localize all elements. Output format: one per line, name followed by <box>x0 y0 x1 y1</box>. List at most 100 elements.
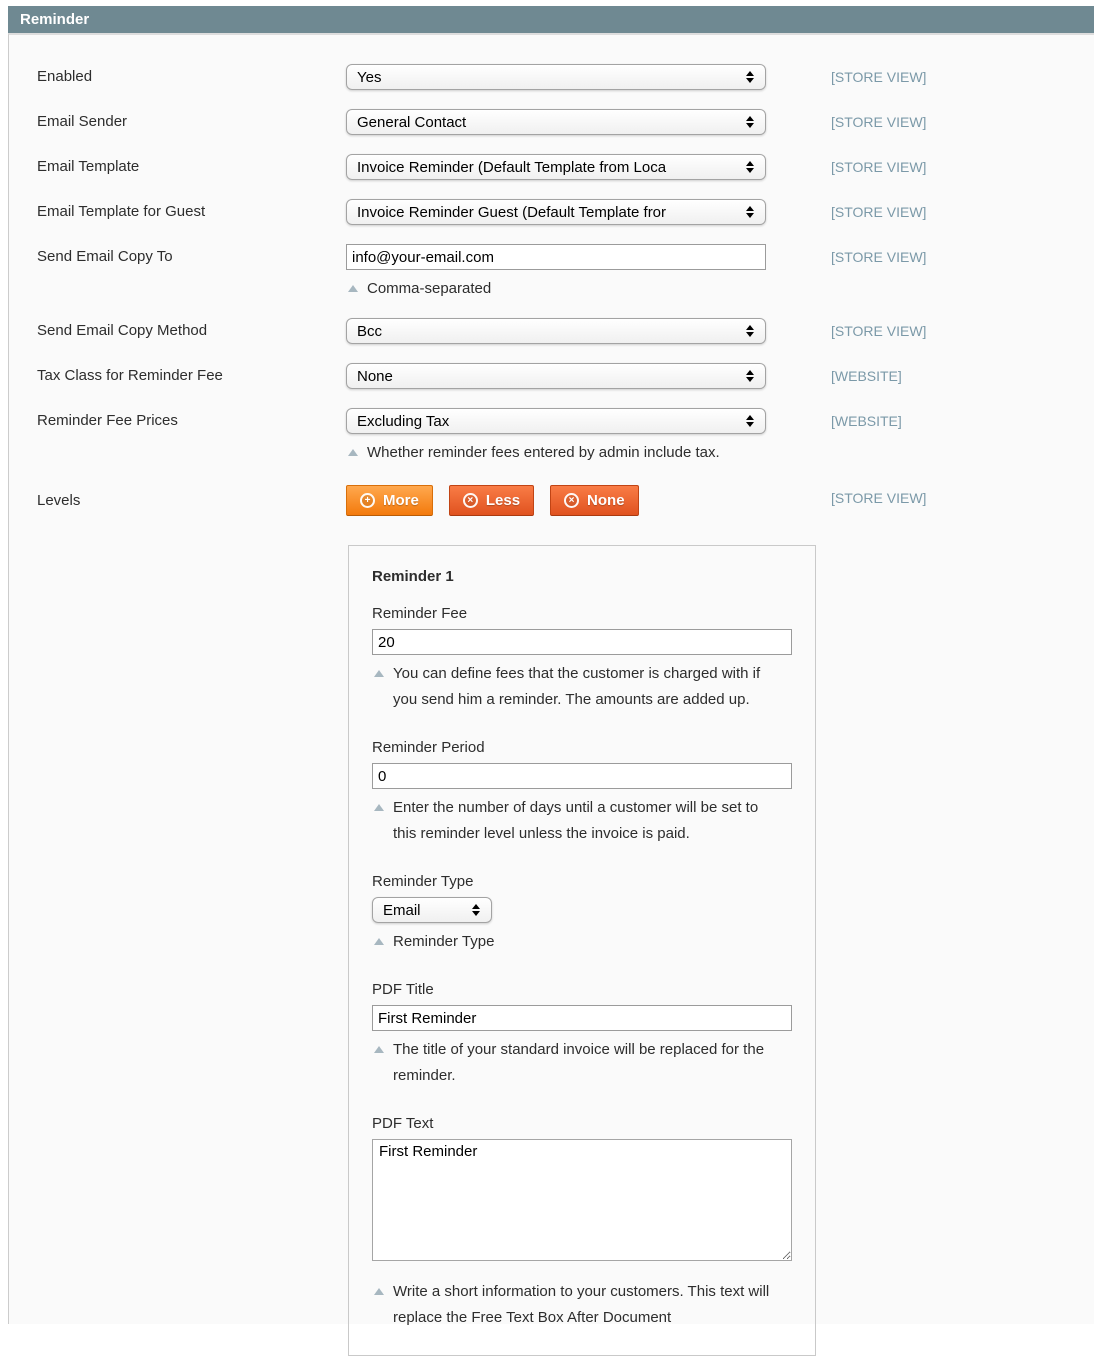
scope-label: [STORE VIEW] <box>831 159 926 175</box>
enabled-select-value: Yes <box>357 69 737 86</box>
tax-class-select-value: None <box>357 368 737 385</box>
email-sender-select[interactable]: General Contact <box>346 109 766 135</box>
field-col: Invoice Reminder (Default Template from … <box>346 154 766 180</box>
select-arrows-icon <box>746 325 754 337</box>
reminder-box-title: Reminder 1 <box>372 568 791 585</box>
group-label-reminder-fee: Reminder Fee <box>372 605 791 622</box>
field-row-email-template-guest: Email Template for Guest Invoice Reminde… <box>9 199 1094 225</box>
field-label-send-copy-to: Send Email Copy To <box>9 244 346 265</box>
field-note: The title of your standard invoice will … <box>372 1037 791 1089</box>
field-label-tax-class: Tax Class for Reminder Fee <box>9 363 346 384</box>
select-arrows-icon <box>472 904 480 916</box>
enabled-select[interactable]: Yes <box>346 64 766 90</box>
email-template-select-value: Invoice Reminder (Default Template from … <box>357 159 737 176</box>
select-arrows-icon <box>746 206 754 218</box>
group-pdf-title: PDF Title The title of your standard inv… <box>372 981 791 1089</box>
select-arrows-icon <box>746 161 754 173</box>
less-button-label: Less <box>486 492 520 509</box>
send-copy-method-select-value: Bcc <box>357 323 737 340</box>
select-arrows-icon <box>746 415 754 427</box>
field-label-email-sender: Email Sender <box>9 109 346 130</box>
email-sender-select-value: General Contact <box>357 114 737 131</box>
field-row-levels: Levels + More × Less × None [STORE VIEW] <box>9 485 1094 516</box>
section-header: Reminder <box>8 6 1094 33</box>
reminder-level-box: Reminder 1 Reminder Fee You can define f… <box>348 545 816 1356</box>
field-label-email-template-guest: Email Template for Guest <box>9 199 346 220</box>
fee-prices-select-value: Excluding Tax <box>357 413 737 430</box>
scope-label: [WEBSITE] <box>831 368 902 384</box>
field-note: Reminder Type <box>372 929 791 955</box>
select-arrows-icon <box>746 370 754 382</box>
field-note: Write a short information to your custom… <box>372 1279 791 1331</box>
pdf-text-textarea[interactable]: First Reminder <box>372 1139 792 1261</box>
field-note: Comma-separated <box>346 276 766 302</box>
none-button[interactable]: × None <box>550 485 639 516</box>
reminder-period-input[interactable] <box>372 763 792 789</box>
scope-label: [STORE VIEW] <box>831 114 926 130</box>
field-row-send-copy-to: Send Email Copy To Comma-separated [STOR… <box>9 244 1094 302</box>
note-marker-icon <box>374 1288 384 1295</box>
field-row-enabled: Enabled Yes [STORE VIEW] <box>9 64 1094 90</box>
tax-class-select[interactable]: None <box>346 363 766 389</box>
note-text: You can define fees that the customer is… <box>393 661 771 713</box>
cross-circle-icon: × <box>564 493 579 508</box>
send-copy-to-input[interactable] <box>346 244 766 270</box>
reminder-type-select-value: Email <box>383 902 463 919</box>
select-arrows-icon <box>746 71 754 83</box>
note-text: The title of your standard invoice will … <box>393 1037 771 1089</box>
note-marker-icon <box>348 449 358 456</box>
field-row-tax-class: Tax Class for Reminder Fee None [WEBSITE… <box>9 363 1094 389</box>
scope-label: [STORE VIEW] <box>831 490 926 506</box>
group-label-pdf-text: PDF Text <box>372 1115 791 1132</box>
scope-label: [STORE VIEW] <box>831 204 926 220</box>
field-note: You can define fees that the customer is… <box>372 661 791 713</box>
more-button[interactable]: + More <box>346 485 433 516</box>
cross-circle-icon: × <box>463 493 478 508</box>
group-reminder-period: Reminder Period Enter the number of days… <box>372 739 791 847</box>
note-marker-icon <box>374 938 384 945</box>
field-col: Comma-separated <box>346 244 766 302</box>
field-note: Enter the number of days until a custome… <box>372 795 791 847</box>
field-note: Whether reminder fees entered by admin i… <box>346 440 766 466</box>
none-button-label: None <box>587 492 625 509</box>
plus-circle-icon: + <box>360 493 375 508</box>
group-reminder-type: Reminder Type Email Reminder Type <box>372 873 791 955</box>
email-template-guest-select[interactable]: Invoice Reminder Guest (Default Template… <box>346 199 766 225</box>
fee-prices-select[interactable]: Excluding Tax <box>346 408 766 434</box>
config-page: Reminder Enabled Yes [STORE VIEW] Email … <box>0 0 1094 1324</box>
note-text: Enter the number of days until a custome… <box>393 795 771 847</box>
field-row-fee-prices: Reminder Fee Prices Excluding Tax Whethe… <box>9 408 1094 466</box>
less-button[interactable]: × Less <box>449 485 534 516</box>
email-template-select[interactable]: Invoice Reminder (Default Template from … <box>346 154 766 180</box>
field-row-send-copy-method: Send Email Copy Method Bcc [STORE VIEW] <box>9 318 1094 344</box>
more-button-label: More <box>383 492 419 509</box>
field-row-email-template: Email Template Invoice Reminder (Default… <box>9 154 1094 180</box>
note-marker-icon <box>374 670 384 677</box>
scope-label: [STORE VIEW] <box>831 69 926 85</box>
group-label-reminder-type: Reminder Type <box>372 873 791 890</box>
field-col: General Contact <box>346 109 766 135</box>
scope-label: [WEBSITE] <box>831 413 902 429</box>
group-reminder-fee: Reminder Fee You can define fees that th… <box>372 605 791 713</box>
field-label-send-copy-method: Send Email Copy Method <box>9 318 346 339</box>
email-template-guest-select-value: Invoice Reminder Guest (Default Template… <box>357 204 737 221</box>
reminder-fee-input[interactable] <box>372 629 792 655</box>
field-label-levels: Levels <box>9 485 346 509</box>
field-label-fee-prices: Reminder Fee Prices <box>9 408 346 429</box>
send-copy-method-select[interactable]: Bcc <box>346 318 766 344</box>
field-col: Invoice Reminder Guest (Default Template… <box>346 199 766 225</box>
group-pdf-text: PDF Text First Reminder Write a short in… <box>372 1115 791 1331</box>
section-title: Reminder <box>20 11 89 28</box>
note-marker-icon <box>374 1046 384 1053</box>
reminder-type-select[interactable]: Email <box>372 897 492 923</box>
scope-label: [STORE VIEW] <box>831 323 926 339</box>
note-text: Write a short information to your custom… <box>393 1279 771 1331</box>
field-col: Excluding Tax Whether reminder fees ente… <box>346 408 766 466</box>
section-body: Enabled Yes [STORE VIEW] Email Sender Ge… <box>8 33 1094 1324</box>
field-label-email-template: Email Template <box>9 154 346 175</box>
pdf-title-input[interactable] <box>372 1005 792 1031</box>
field-label-enabled: Enabled <box>9 64 346 85</box>
group-label-reminder-period: Reminder Period <box>372 739 791 756</box>
field-row-email-sender: Email Sender General Contact [STORE VIEW… <box>9 109 1094 135</box>
field-col: Bcc <box>346 318 766 344</box>
